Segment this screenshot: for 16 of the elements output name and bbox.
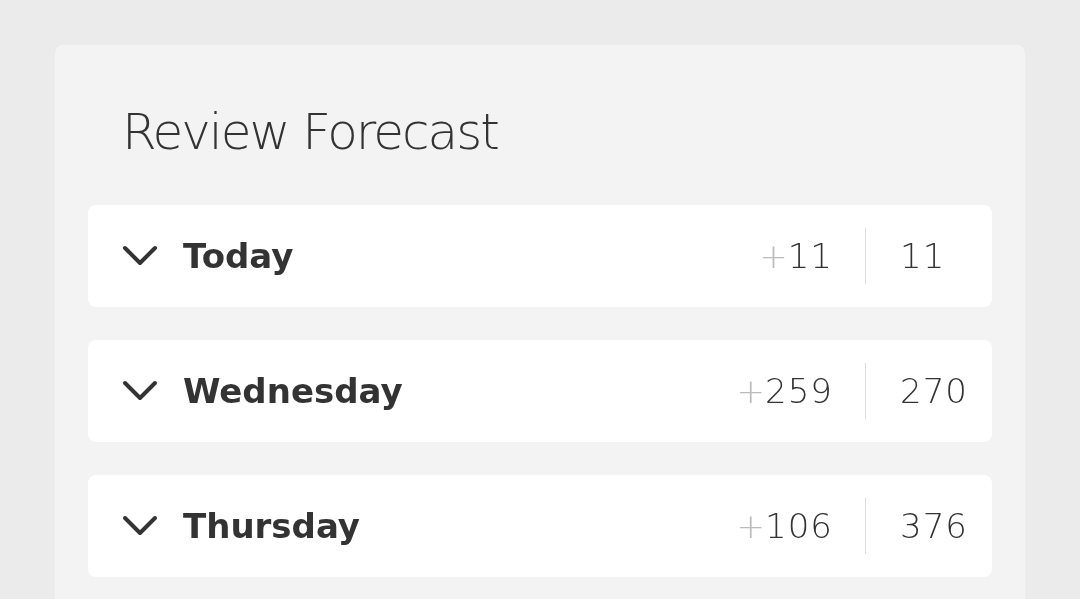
- plus-sign: +: [736, 504, 766, 548]
- panel-title: Review Forecast: [122, 102, 499, 163]
- forecast-row[interactable]: Wednesday +259 270: [88, 340, 992, 442]
- forecast-row[interactable]: Today +11 11: [88, 205, 992, 307]
- new-count: 11: [787, 234, 833, 278]
- new-count: 259: [765, 369, 833, 413]
- new-count: 106: [765, 504, 833, 548]
- forecast-row[interactable]: Thursday +106 376: [88, 475, 992, 577]
- plus-sign: +: [759, 234, 788, 278]
- total-count: 11: [900, 234, 946, 278]
- day-label: Thursday: [183, 504, 361, 548]
- total-count: 376: [900, 504, 968, 548]
- plus-sign: +: [736, 369, 766, 413]
- day-label: Wednesday: [183, 369, 404, 413]
- total-count: 270: [900, 369, 968, 413]
- day-label: Today: [183, 234, 295, 278]
